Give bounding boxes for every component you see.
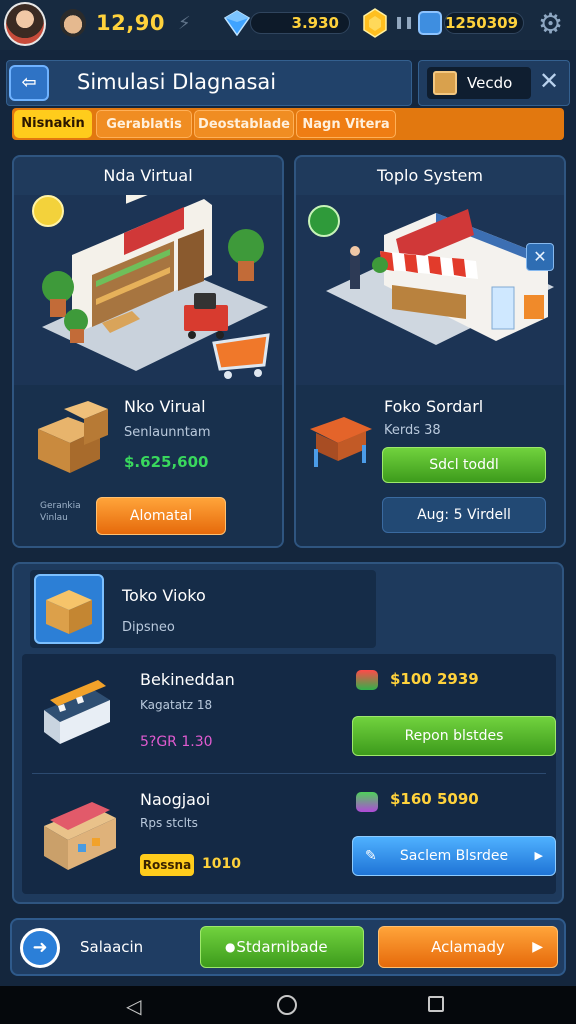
smiley-badge-icon [32, 195, 64, 227]
tab-gerablatis[interactable]: Gerablatis [96, 110, 192, 138]
select-button-label: Saclem Blsrdee [399, 848, 509, 864]
coin-count: 12,90 [96, 11, 165, 35]
academy-button[interactable]: Aclamady ▶ [378, 926, 558, 968]
package-title: Toko Vioko [122, 586, 206, 605]
package-list: Bekineddan Kagatatz 18 5?GR 1.30 $100 29… [22, 654, 556, 894]
store-tiny-label-1: Gerankia [40, 501, 81, 511]
gem-icon [356, 792, 378, 812]
title-header: ⇦ Simulasi Dlagnasai [6, 60, 412, 106]
standard-button-label: Stdarnibade [236, 938, 328, 956]
divider [32, 773, 546, 774]
gold-count: 1250309 [444, 12, 524, 34]
store-name: Foko Sordarl [384, 397, 484, 416]
coin-icon [60, 9, 86, 37]
inventory-label: Vecdo [467, 74, 513, 92]
chevron-right-icon: ▶ [534, 849, 543, 862]
package-panel: Toko Vioko Dipsneo Bekineddan Kagatatz 1… [12, 562, 564, 904]
package-icon [34, 574, 104, 644]
tab-bar: Nisnakin Gerablatis Deostablade Nagn Vit… [12, 108, 564, 140]
market-stall-icon [310, 417, 372, 467]
shop-stall-icon [44, 802, 116, 870]
store-card-system: Toplo System ✕ Foko Sordarl Kerds 38 Sdc… [294, 155, 566, 548]
bonus-badge-icon[interactable] [418, 11, 442, 35]
nav-home-icon[interactable] [277, 995, 297, 1015]
select-button[interactable]: ✎ Saclem Blsrdee ▶ [352, 836, 556, 876]
standard-button[interactable]: ● Stdarnibade [200, 926, 364, 968]
store-tiny-label-2: Vinlau [40, 513, 68, 523]
item-name: Naogjaoi [140, 790, 211, 809]
store-subtitle: Senlaunntam [124, 425, 211, 440]
nav-back-icon[interactable]: ◁ [126, 994, 141, 1018]
tab-nagn-vitera[interactable]: Nagn Vitera [296, 110, 396, 138]
store-details: Nko Virual Senlaunntam $.625,600 Geranki… [14, 385, 282, 546]
item-price: $100 2939 [390, 670, 479, 688]
store-price: $.625,600 [124, 453, 209, 471]
pencil-icon: ✎ [365, 848, 377, 864]
gem-icon [356, 670, 378, 690]
store-card-virtual: Nda Virtual Nko Virual Senlaunntam $.625… [12, 155, 284, 548]
gem-count: 3.930 [250, 12, 350, 34]
buy-button[interactable]: Repon blstdes [352, 716, 556, 756]
package-header: Toko Vioko Dipsneo [30, 570, 376, 648]
card-heading: Toplo System [377, 166, 483, 185]
cardboard-boxes-icon [38, 401, 108, 473]
store-name: Nko Virual [124, 397, 206, 416]
energy-icon: ⚡ [178, 13, 191, 34]
player-avatar[interactable] [4, 2, 46, 46]
sell-button[interactable]: Sdcl toddl [382, 447, 546, 483]
gem-icon [224, 10, 250, 36]
page-title: Simulasi Dlagnasai [77, 70, 277, 94]
laptop-shop-icon [44, 680, 110, 744]
nav-recents-icon[interactable] [428, 996, 444, 1012]
upgrade-button[interactable]: Aug: 5 Virdell [382, 497, 546, 533]
back-icon[interactable]: ⇦ [9, 65, 49, 101]
play-icon: ▶ [532, 939, 543, 955]
store-details: Foko Sordarl Kerds 38 Sdcl toddl Aug: 5 … [296, 385, 564, 546]
close-icon[interactable]: ✕ [539, 67, 559, 95]
automate-button[interactable]: Alomatal [96, 497, 226, 535]
pause-icon: ❚❚ [394, 15, 415, 29]
dot-icon: ● [225, 940, 236, 954]
store-illustration: ✕ [296, 195, 564, 385]
item-meta: 5?GR 1.30 [140, 734, 213, 750]
system-nav-bar: ◁ [0, 986, 576, 1024]
resource-bar: 12,90 ⚡ 3.930 ❚❚ 1250309 ⚙ [0, 0, 576, 50]
gold-icon [363, 8, 387, 38]
crate-icon [433, 71, 457, 95]
item-tag-value: 1010 [202, 856, 241, 872]
store-illustration [14, 167, 282, 385]
cursor-icon[interactable]: ➜ [20, 928, 60, 968]
academy-button-label: Aclamady [431, 938, 505, 956]
item-subtitle: Rps stclts [140, 816, 198, 830]
tab-deostablade[interactable]: Deostablade [194, 110, 294, 138]
side-panel: Vecdo ✕ [418, 60, 570, 106]
item-tag: Rossna [140, 854, 194, 876]
item-subtitle: Kagatatz 18 [140, 698, 213, 712]
action-label: Salaacin [80, 938, 144, 956]
gear-icon[interactable]: ⚙ [538, 10, 568, 40]
inventory-button[interactable]: Vecdo [427, 67, 531, 99]
dismiss-icon[interactable]: ✕ [526, 243, 554, 271]
item-name: Bekineddan [140, 670, 235, 689]
check-badge-icon [308, 205, 340, 237]
action-bar: ➜ Salaacin ● Stdarnibade Aclamady ▶ [10, 918, 566, 976]
item-price: $160 5090 [390, 790, 479, 808]
store-subtitle: Kerds 38 [384, 423, 441, 438]
card-heading: Nda Virtual [103, 166, 193, 185]
tab-nisnakin[interactable]: Nisnakin [14, 110, 92, 138]
package-subtitle: Dipsneo [122, 620, 175, 635]
